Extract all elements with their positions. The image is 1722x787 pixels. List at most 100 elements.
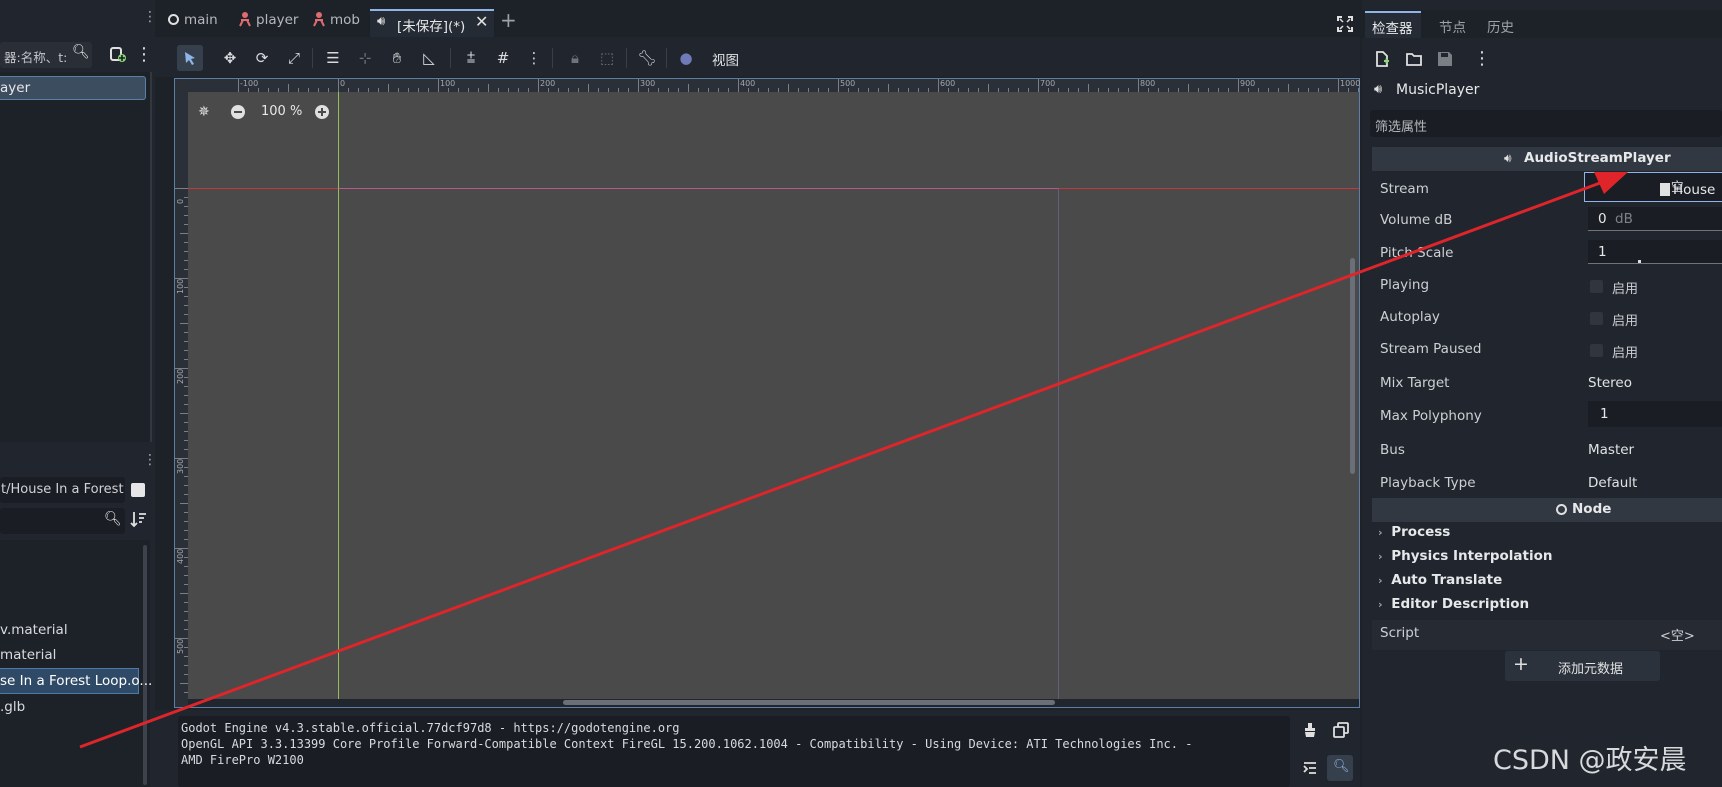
ruler-minor-tick xyxy=(288,84,289,92)
pan-tool-icon[interactable]: ✋︎ xyxy=(384,45,410,71)
stream-paused-checkbox[interactable]: 启用 xyxy=(1590,342,1670,361)
collapse-icon[interactable] xyxy=(1302,760,1318,776)
clear-output-icon[interactable] xyxy=(1302,722,1318,738)
tab-mob[interactable]: mob xyxy=(306,8,372,34)
fs-toggle-icon[interactable] xyxy=(131,483,145,497)
ruler-tick xyxy=(1238,79,1239,92)
ruler-minor-tick xyxy=(928,88,929,92)
list-item-selected[interactable]: se In a Forest Loop.o... xyxy=(0,668,152,694)
center-view-icon[interactable]: ✵ xyxy=(198,104,210,120)
grid-snap-icon[interactable]: # xyxy=(490,45,516,71)
scene-filter-field[interactable]: 器:名称、t: 🔍︎ xyxy=(0,42,92,68)
new-resource-icon[interactable] xyxy=(1374,51,1390,67)
ruler-minor-tick xyxy=(798,88,799,92)
playing-checkbox[interactable]: 启用 xyxy=(1590,278,1670,297)
ruler-minor-tick xyxy=(184,575,188,576)
pivot-tool-icon[interactable]: ⊹ xyxy=(352,45,378,71)
volume-db-spinbox[interactable]: 0 dB xyxy=(1588,207,1722,231)
fs-dock-menu-icon[interactable]: ⋮ xyxy=(143,452,157,468)
scene-tree-selected-node[interactable]: ayer xyxy=(0,76,146,100)
ruler-ticks-v: 0 100 200 300 400 500 xyxy=(175,92,188,699)
fs-filter-field[interactable]: 🔍︎ xyxy=(0,508,125,534)
ruler-minor-tick xyxy=(968,88,969,92)
tab-label: 历史 xyxy=(1487,20,1514,36)
inspector-more-icon[interactable]: ⋮ xyxy=(1473,48,1491,69)
tab-node[interactable]: 节点 xyxy=(1432,13,1472,37)
section-label: Editor Description xyxy=(1391,596,1530,612)
scene-more-icon[interactable]: ⋮ xyxy=(135,44,153,65)
slider-grabber[interactable] xyxy=(1638,260,1641,263)
scene-dock-menu-icon[interactable]: ⋮ xyxy=(143,10,157,30)
add-tab-icon[interactable]: + xyxy=(500,10,517,30)
prop-label: Stream xyxy=(1380,181,1429,197)
stream-resource-picker[interactable]: 空 House xyxy=(1584,172,1722,202)
ruler-minor-tick xyxy=(184,620,188,621)
ruler-tick xyxy=(175,188,188,189)
distraction-free-icon[interactable] xyxy=(1337,16,1353,32)
tab-player[interactable]: player xyxy=(232,8,312,34)
output-search-icon[interactable]: 🔍︎ xyxy=(1327,755,1353,781)
list-select-icon[interactable]: ☰ xyxy=(320,45,346,71)
ruler-minor-tick xyxy=(184,215,188,216)
open-folder-icon[interactable] xyxy=(1406,51,1422,67)
section-auto-translate[interactable]: › Auto Translate xyxy=(1378,572,1502,588)
list-item[interactable]: .glb xyxy=(0,695,140,719)
ruler-minor-tick xyxy=(848,88,849,92)
scene-tree xyxy=(0,72,152,442)
playback-type-dropdown[interactable]: Default xyxy=(1588,475,1637,491)
view-menu[interactable]: 视图 xyxy=(712,49,748,69)
tab-history[interactable]: 历史 xyxy=(1480,13,1520,37)
mix-target-dropdown[interactable]: Stereo xyxy=(1588,375,1632,391)
section-editor-description[interactable]: › Editor Description xyxy=(1378,596,1529,612)
camera-override-icon[interactable]: ● xyxy=(673,45,699,71)
autoplay-checkbox[interactable]: 启用 xyxy=(1590,310,1670,329)
section-physics-interpolation[interactable]: › Physics Interpolation xyxy=(1378,548,1553,564)
zoom-level[interactable]: 100 % xyxy=(261,104,302,119)
viewport-scrollbar-v[interactable] xyxy=(1350,258,1355,474)
filter-properties-field[interactable]: 筛选属性 xyxy=(1370,110,1722,137)
sort-icon[interactable] xyxy=(130,510,148,528)
script-value[interactable]: <空> xyxy=(1660,625,1695,644)
ruler-minor-tick xyxy=(184,242,188,243)
fs-scrollbar[interactable] xyxy=(143,545,147,785)
copy-output-icon[interactable] xyxy=(1333,722,1349,738)
move-tool-icon[interactable]: ✥ xyxy=(217,45,243,71)
add-metadata-button[interactable]: + 添加元数据 xyxy=(1505,651,1660,681)
ruler-tool-icon[interactable]: ◺ xyxy=(416,45,442,71)
bus-dropdown[interactable]: Master xyxy=(1588,442,1634,458)
snap-options-icon[interactable]: ⋮ xyxy=(521,45,547,71)
bone-icon[interactable]: 🦴︎ xyxy=(634,45,660,71)
group-icon[interactable]: ⬚ xyxy=(594,45,620,71)
smart-snap-icon[interactable]: ⩲ xyxy=(458,45,484,71)
section-process[interactable]: › Process xyxy=(1378,524,1450,540)
lock-icon[interactable]: 🔒︎ xyxy=(562,45,588,71)
canvas-area[interactable] xyxy=(188,92,1359,699)
toolbar-divider xyxy=(626,48,627,68)
ruler-minor-tick xyxy=(184,476,188,477)
ruler-minor-tick xyxy=(184,332,188,333)
tab-main[interactable]: main xyxy=(162,8,232,34)
ruler-minor-tick xyxy=(728,88,729,92)
zoom-in-icon[interactable] xyxy=(315,105,329,119)
viewport-scrollbar-h[interactable] xyxy=(563,700,1055,705)
select-tool-icon[interactable] xyxy=(177,45,203,71)
tab-inspector[interactable]: 检查器 xyxy=(1365,11,1421,38)
prop-stream-paused: Stream Paused 启用 xyxy=(1380,334,1722,364)
list-item[interactable]: v.material xyxy=(0,618,140,642)
ruler-minor-tick xyxy=(184,377,188,378)
ruler-minor-tick xyxy=(298,88,299,92)
fs-path-field[interactable]: t/House In a Forest xyxy=(0,477,125,503)
max-polyphony-spinbox[interactable]: 1 xyxy=(1588,401,1722,427)
rotate-tool-icon[interactable]: ⟳ xyxy=(249,45,275,71)
stream-file-text: House xyxy=(1673,182,1716,198)
list-item[interactable]: material xyxy=(0,643,140,667)
save-icon[interactable] xyxy=(1437,51,1453,67)
scale-tool-icon[interactable]: ⤢ xyxy=(281,45,307,71)
tab-unsaved-active[interactable]: 🔊︎ [未保存](*) ✕ xyxy=(370,9,494,37)
ruler-minor-tick xyxy=(1018,88,1019,92)
zoom-out-icon[interactable] xyxy=(231,105,245,119)
close-icon[interactable]: ✕ xyxy=(475,12,488,31)
pitch-scale-spinbox[interactable]: 1 xyxy=(1588,240,1722,264)
ruler-minor-tick xyxy=(428,88,429,92)
instance-scene-icon[interactable] xyxy=(109,45,127,63)
